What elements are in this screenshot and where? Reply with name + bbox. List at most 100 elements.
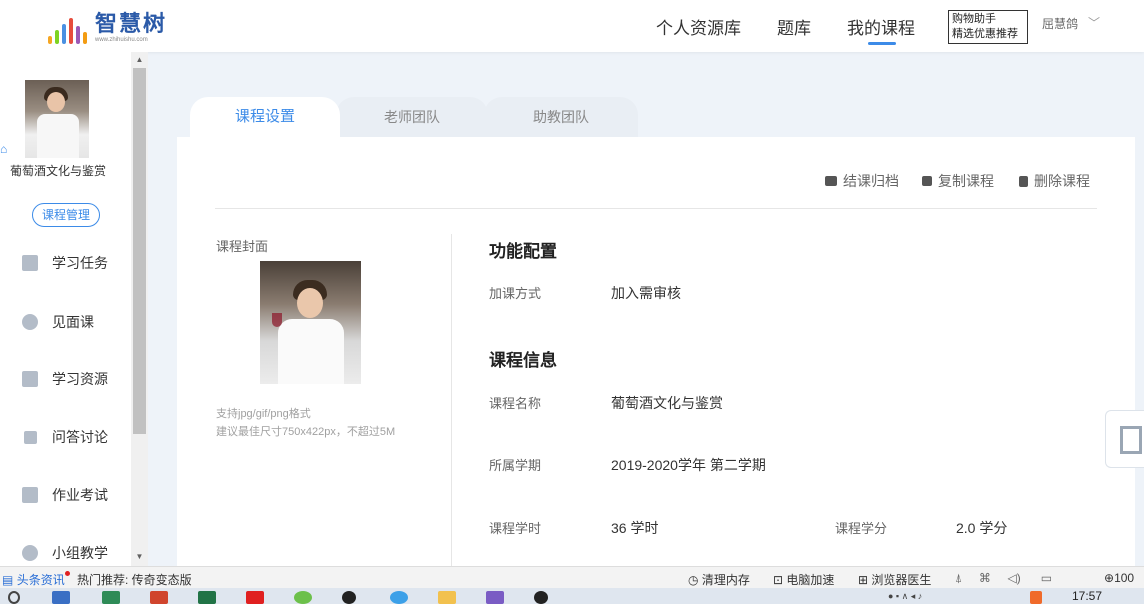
- sidebar-scrollbar[interactable]: ▲ ▼: [131, 52, 148, 566]
- folder-app-icon[interactable]: [438, 591, 456, 604]
- credit-label: 课程学分: [835, 521, 888, 536]
- red-app-icon[interactable]: [246, 591, 264, 604]
- shopping-assistant-tooltip: 购物助手 精选优惠推荐: [948, 10, 1028, 44]
- sidebar-item-label: 小组教学: [52, 545, 108, 561]
- course-info-title: 课程信息: [489, 351, 557, 370]
- hot-recommend-link[interactable]: 热门推荐: 传奇变态版: [77, 571, 192, 588]
- divider: [215, 208, 1097, 209]
- sidebar-item-resources[interactable]: 学习资源: [22, 368, 108, 390]
- excel-app-icon[interactable]: [102, 591, 120, 604]
- question-icon: [24, 430, 37, 444]
- scroll-thumb[interactable]: [133, 68, 146, 434]
- sidebar-course-name: 葡萄酒文化与鉴赏: [10, 164, 107, 178]
- powerpoint-app-icon[interactable]: [150, 591, 168, 604]
- archive-icon: [825, 176, 837, 186]
- sidebar-item-label: 问答讨论: [52, 429, 108, 445]
- logo-url: www.zhihuishu.com: [95, 37, 148, 43]
- sidebar-item-group-teaching[interactable]: 小组教学: [22, 542, 108, 564]
- tray-app-icon[interactable]: [1030, 591, 1042, 604]
- term-value: 2019-2020学年 第二学期: [611, 457, 766, 473]
- browser-doctor-button[interactable]: ⊞ 浏览器医生: [858, 571, 931, 588]
- browser-app-icon[interactable]: [390, 591, 408, 604]
- trash-icon: [1019, 175, 1028, 187]
- top-navbar: 智慧树 www.zhihuishu.com 个人资源库 题库 我的课程 购物助手…: [0, 0, 1144, 52]
- sidebar-item-learning-tasks[interactable]: 学习任务: [22, 252, 108, 274]
- tab-assistant-team[interactable]: 助教团队: [484, 97, 638, 137]
- tool-icons[interactable]: ⍋ ⌘ ◁) ▭: [955, 571, 1052, 586]
- word-app-icon[interactable]: [52, 591, 70, 604]
- sidebar-item-meeting-class[interactable]: 见面课: [22, 311, 94, 333]
- copy-icon: [922, 176, 932, 186]
- volume-icon[interactable]: ◁): [1008, 571, 1021, 585]
- wechat-app-icon[interactable]: [294, 591, 312, 604]
- chat-app-icon[interactable]: [534, 591, 548, 604]
- copy-course-button[interactable]: 复制课程: [922, 171, 994, 191]
- vertical-divider: [451, 234, 452, 566]
- hours-label: 课程学时: [489, 521, 542, 536]
- spreadsheet-app-icon[interactable]: [198, 591, 216, 604]
- zoom-control[interactable]: ⊕100: [1104, 571, 1134, 585]
- browser-status-bar: ▤ 头条资讯 热门推荐: 传奇变态版 ◷ 清理内存 ⊡ 电脑加速 ⊞ 浏览器医生…: [0, 566, 1144, 588]
- course-settings-panel: 结课归档 复制课程 删除课程 课程封面 支持jpg/gif/png格式 建议最佳…: [177, 137, 1135, 566]
- join-method-value[interactable]: 加入需审核: [611, 283, 681, 303]
- term-label: 所属学期: [489, 458, 542, 473]
- course-manage-button[interactable]: 课程管理: [32, 203, 100, 227]
- nav-question-bank[interactable]: 题库: [777, 0, 811, 52]
- sidebar-item-homework-exam[interactable]: 作业考试: [22, 484, 108, 506]
- join-method-label: 加课方式: [489, 286, 542, 301]
- clean-icon: ◷: [688, 573, 699, 587]
- sidebar-item-label: 作业考试: [52, 487, 108, 503]
- home-icon[interactable]: ⌂: [0, 142, 16, 158]
- cover-format-hint: 支持jpg/gif/png格式: [216, 408, 311, 420]
- sidebar-item-label: 学习任务: [52, 255, 108, 271]
- search-icon[interactable]: [8, 591, 20, 604]
- nav-resource-library[interactable]: 个人资源库: [656, 0, 741, 52]
- clipboard-icon: [22, 255, 38, 271]
- archive-course-button[interactable]: 结课归档: [825, 171, 899, 191]
- folder-icon: [22, 371, 38, 387]
- clock[interactable]: 17:57: [1072, 589, 1102, 603]
- course-name-value: 葡萄酒文化与鉴赏: [611, 395, 723, 411]
- chevron-down-icon[interactable]: ﹀: [1088, 14, 1100, 31]
- logo[interactable]: 智慧树 www.zhihuishu.com: [48, 8, 167, 44]
- cover-size-hint: 建议最佳尺寸750x422px，不超过5M: [216, 426, 396, 438]
- course-name-label: 课程名称: [489, 396, 542, 411]
- clean-memory-button[interactable]: ◷ 清理内存: [688, 571, 750, 588]
- window-icon[interactable]: ▭: [1041, 571, 1052, 585]
- os-taskbar: ● ▪ ∧ ◂ ♪ 17:57: [0, 588, 1144, 604]
- image-app-icon[interactable]: [486, 591, 504, 604]
- news-icon: ▤: [2, 573, 14, 587]
- delete-course-button[interactable]: 删除课程: [1019, 171, 1090, 191]
- username[interactable]: 屈慧鸽: [1042, 15, 1078, 32]
- nav-active-indicator: [868, 42, 896, 45]
- course-thumbnail: [25, 80, 89, 158]
- sidebar-item-label: 见面课: [52, 314, 94, 330]
- logo-bars-icon: [48, 18, 87, 44]
- sidebar: ⌂ 葡萄酒文化与鉴赏 课程管理 学习任务 见面课 学习资源 问答讨论 作业考试 …: [0, 52, 148, 566]
- credit-value: 2.0 学分: [956, 520, 1008, 536]
- cover-label: 课程封面: [216, 239, 269, 254]
- sidebar-item-label: 学习资源: [52, 371, 108, 387]
- person-icon: [22, 314, 38, 330]
- tab-teacher-team[interactable]: 老师团队: [336, 97, 488, 137]
- tray-icons[interactable]: ● ▪ ∧ ◂ ♪: [888, 591, 948, 604]
- course-cover-image[interactable]: [260, 261, 361, 384]
- book-icon: [22, 487, 38, 503]
- scroll-down-arrow-icon[interactable]: ▼: [135, 552, 144, 561]
- hours-value: 36 学时: [611, 520, 659, 536]
- zoom-icon: ⊕: [1104, 571, 1115, 585]
- red-dot-badge: [64, 571, 70, 576]
- screenshot-icon[interactable]: ⌘: [979, 571, 991, 585]
- doctor-icon: ⊞: [858, 573, 869, 587]
- scroll-up-arrow-icon[interactable]: ▲: [135, 55, 144, 64]
- news-link[interactable]: ▤ 头条资讯: [2, 571, 70, 588]
- sidebar-item-qa[interactable]: 问答讨论: [22, 426, 108, 448]
- qr-code-float-button[interactable]: [1105, 410, 1144, 468]
- qq-app-icon[interactable]: [342, 591, 356, 604]
- function-config-title: 功能配置: [489, 242, 557, 261]
- pc-speedup-button[interactable]: ⊡ 电脑加速: [773, 571, 834, 588]
- speedup-icon: ⊡: [773, 573, 784, 587]
- tab-course-settings[interactable]: 课程设置: [190, 97, 340, 137]
- logo-text: 智慧树: [95, 11, 168, 36]
- download-icon[interactable]: ⍋: [955, 571, 962, 585]
